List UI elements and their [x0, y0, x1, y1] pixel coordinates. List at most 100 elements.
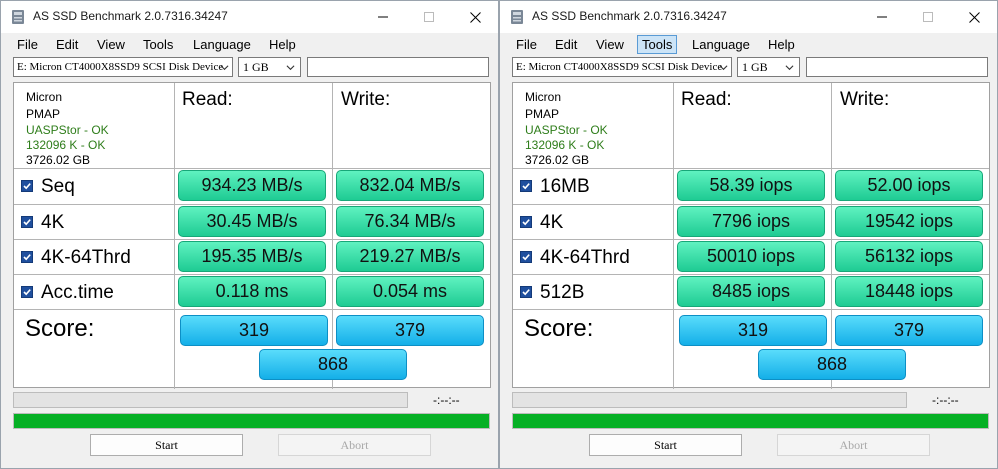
minimize-button[interactable]: [859, 1, 905, 33]
menu-tools[interactable]: Tools: [138, 35, 178, 54]
drive-select[interactable]: E: Micron CT4000X8SSD9 SCSI Disk Device: [512, 57, 732, 77]
menu-view[interactable]: View: [92, 35, 130, 54]
overall-progress-fill: [14, 414, 489, 428]
row-label: 16MB: [540, 176, 590, 197]
menu-file[interactable]: File: [12, 35, 43, 54]
result-write: 219.27 MB/s: [336, 241, 484, 272]
score-write: 379: [336, 315, 484, 346]
write-header: Write:: [341, 89, 391, 110]
menu-view[interactable]: View: [591, 35, 629, 54]
checkbox-row-3[interactable]: [21, 251, 33, 263]
driver-status: UASPStor - OK: [525, 123, 608, 137]
grid-divider: [174, 83, 175, 389]
result-value: 219.27 MB/s: [359, 246, 461, 266]
result-read: 8485 iops: [677, 276, 825, 307]
minimize-button[interactable]: [360, 1, 406, 33]
score-read: 319: [180, 315, 328, 346]
maximize-button[interactable]: [905, 1, 951, 33]
title-bar[interactable]: AS SSD Benchmark 2.0.7316.34247: [500, 1, 997, 33]
result-value: 0.118 ms: [215, 281, 289, 301]
window-title: AS SSD Benchmark 2.0.7316.34247: [532, 9, 727, 23]
grid-divider: [513, 168, 989, 169]
result-read: 30.45 MB/s: [178, 206, 326, 237]
start-label: Start: [654, 437, 677, 452]
result-value: 58.39 iops: [709, 175, 793, 195]
maximize-icon: [923, 12, 933, 22]
checkbox-row-1[interactable]: [520, 180, 532, 192]
checkbox-row-4[interactable]: [520, 286, 532, 298]
elapsed-timer: -:--:--: [932, 393, 959, 407]
test-progress-bar: [512, 392, 907, 408]
menu-edit[interactable]: Edit: [51, 35, 83, 54]
score-label: Score:: [524, 315, 594, 342]
blank-field[interactable]: [307, 57, 489, 77]
checkmark-icon: [522, 183, 530, 190]
overall-progress-bar: [13, 413, 490, 429]
menu-language[interactable]: Language: [687, 35, 755, 54]
result-value: 19542 iops: [864, 211, 954, 231]
score-value: 319: [238, 320, 270, 340]
row-label: 512B: [540, 282, 585, 303]
result-read: 7796 iops: [677, 206, 825, 237]
checkmark-icon: [23, 289, 31, 296]
result-value: 195.35 MB/s: [201, 246, 303, 266]
score-read: 319: [679, 315, 827, 346]
checkbox-row-3[interactable]: [520, 251, 532, 263]
result-write: 0.054 ms: [336, 276, 484, 307]
menu-tools[interactable]: Tools: [637, 35, 678, 54]
overall-progress-fill: [513, 414, 988, 428]
size-select[interactable]: 1 GB: [737, 57, 800, 77]
abort-button[interactable]: Abort: [777, 434, 930, 456]
chevron-down-icon: [719, 65, 728, 71]
checkbox-row-2[interactable]: [520, 216, 532, 228]
menu-edit[interactable]: Edit: [550, 35, 582, 54]
maximize-button[interactable]: [406, 1, 452, 33]
abort-button[interactable]: Abort: [278, 434, 431, 456]
checkmark-icon: [522, 254, 530, 261]
row-label: 4K-64Thrd: [41, 247, 131, 268]
menu-help[interactable]: Help: [763, 35, 800, 54]
size-select-value: 1 GB: [243, 60, 269, 74]
result-read: 58.39 iops: [677, 170, 825, 201]
drive-vendor: Micron: [26, 90, 63, 104]
result-value: 832.04 MB/s: [359, 175, 461, 195]
title-bar[interactable]: AS SSD Benchmark 2.0.7316.34247: [1, 1, 498, 33]
menu-file[interactable]: File: [511, 35, 542, 54]
checkbox-row-2[interactable]: [21, 216, 33, 228]
menu-language[interactable]: Language: [188, 35, 256, 54]
app-icon: [12, 10, 24, 24]
close-icon: [968, 11, 980, 23]
checkbox-row-1[interactable]: [21, 180, 33, 192]
size-select[interactable]: 1 GB: [238, 57, 301, 77]
abort-label: Abort: [340, 437, 369, 452]
start-button[interactable]: Start: [589, 434, 742, 456]
app-icon: [511, 10, 523, 24]
drive-firmware: PMAP: [26, 107, 61, 121]
row-label: 4K: [41, 212, 65, 233]
start-button[interactable]: Start: [90, 434, 243, 456]
close-button[interactable]: [452, 1, 498, 33]
checkmark-icon: [23, 219, 31, 226]
menu-help[interactable]: Help: [264, 35, 301, 54]
minimize-icon: [378, 16, 388, 18]
blank-field[interactable]: [806, 57, 988, 77]
read-header: Read:: [182, 89, 233, 110]
drive-capacity: 3726.02 GB: [26, 153, 91, 167]
checkmark-icon: [23, 183, 31, 190]
checkbox-row-4[interactable]: [21, 286, 33, 298]
drive-select[interactable]: E: Micron CT4000X8SSD9 SCSI Disk Device: [13, 57, 233, 77]
grid-divider: [513, 204, 989, 205]
result-value: 8485 iops: [711, 281, 791, 301]
grid-divider: [14, 204, 490, 205]
result-value: 0.054 ms: [372, 281, 448, 301]
checkmark-icon: [23, 254, 31, 261]
grid-divider: [332, 83, 333, 389]
score-total: 868: [758, 349, 906, 380]
drive-capacity: 3726.02 GB: [525, 153, 590, 167]
grid-divider: [14, 168, 490, 169]
size-select-value: 1 GB: [742, 60, 768, 74]
maximize-icon: [424, 12, 434, 22]
result-read: 50010 iops: [677, 241, 825, 272]
close-button[interactable]: [951, 1, 997, 33]
result-write: 832.04 MB/s: [336, 170, 484, 201]
